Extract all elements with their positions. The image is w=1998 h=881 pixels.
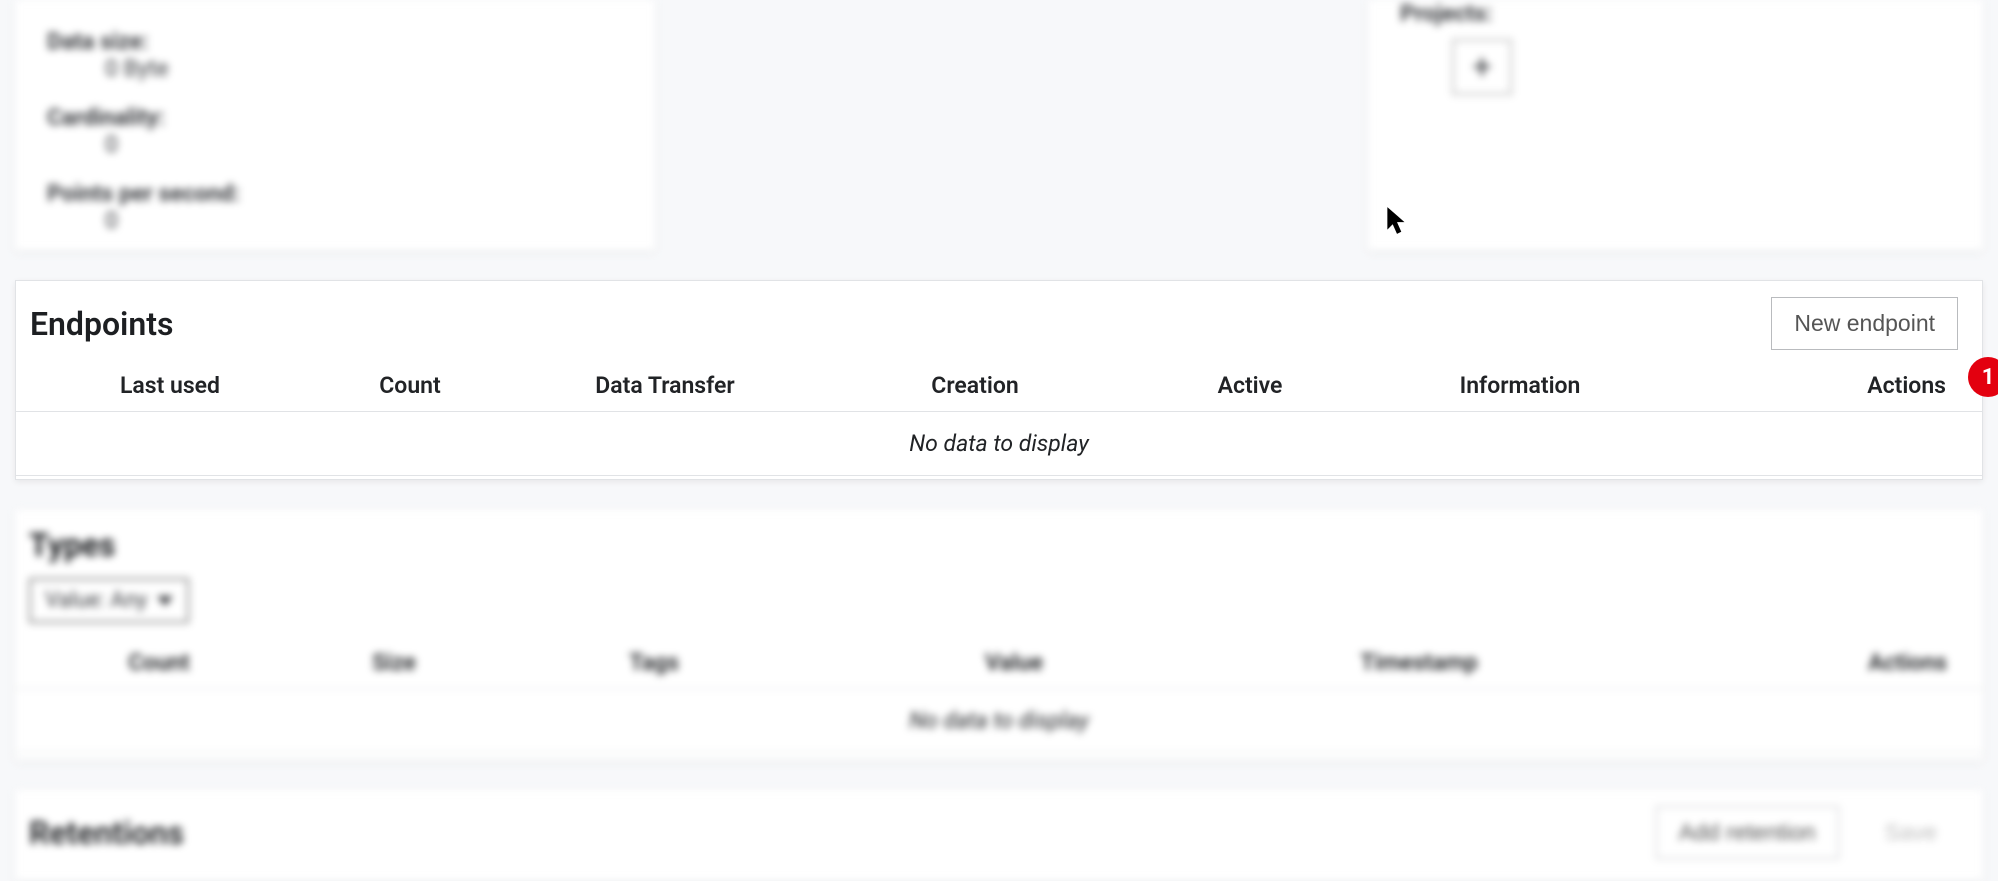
add-retention-button[interactable]: Add retention [1656,806,1839,859]
stats-data-size-value: 0 Byte [47,55,623,82]
stats-card: Data size: 0 Byte Cardinality: 0 Points … [15,0,655,250]
endpoints-empty: No data to display [16,412,1982,476]
types-empty: No data to display [15,689,1983,753]
types-value-filter[interactable]: Value: Any [29,578,189,623]
stats-pps-value: 0 [47,207,623,234]
projects-card: Projects: + [1368,0,1983,250]
col-value[interactable]: Value [799,649,1229,676]
types-title: Types [29,526,115,564]
stats-cardinality-value: 0 [47,131,623,158]
save-button[interactable]: Save [1863,806,1959,859]
stats-cardinality-label: Cardinality: [47,104,623,131]
chevron-down-icon [157,596,173,606]
col-count[interactable]: Count [39,649,279,676]
col-count[interactable]: Count [300,372,520,399]
stats-data-size-label: Data size: [47,28,623,55]
endpoints-table-header: Last used Count Data Transfer Creation A… [16,360,1982,412]
col-tags[interactable]: Tags [509,649,799,676]
stats-pps-label: Points per second: [47,180,623,207]
add-project-button[interactable]: + [1452,39,1512,95]
retentions-title: Retentions [29,814,184,852]
endpoints-title: Endpoints [30,305,173,343]
plus-icon: + [1472,50,1491,84]
col-actions: Actions [1609,649,1959,676]
col-actions: Actions [1680,372,1958,399]
col-information[interactable]: Information [1360,372,1680,399]
types-table-header: Count Size Tags Value Timestamp Actions [15,637,1983,689]
endpoints-panel: Endpoints New endpoint Last used Count D… [15,280,1983,480]
col-size[interactable]: Size [279,649,509,676]
types-panel: Types Value: Any Count Size Tags Value T… [15,510,1983,760]
col-last-used[interactable]: Last used [40,372,300,399]
retentions-panel: Retentions Add retention Save [15,790,1983,880]
new-endpoint-button[interactable]: New endpoint [1771,297,1958,350]
col-active[interactable]: Active [1140,372,1360,399]
col-timestamp[interactable]: Timestamp [1229,649,1609,676]
projects-label: Projects: [1400,0,1951,27]
cursor-icon [1386,206,1408,236]
col-data-transfer[interactable]: Data Transfer [520,372,810,399]
col-creation[interactable]: Creation [810,372,1140,399]
types-filter-label: Value: Any [45,588,147,613]
